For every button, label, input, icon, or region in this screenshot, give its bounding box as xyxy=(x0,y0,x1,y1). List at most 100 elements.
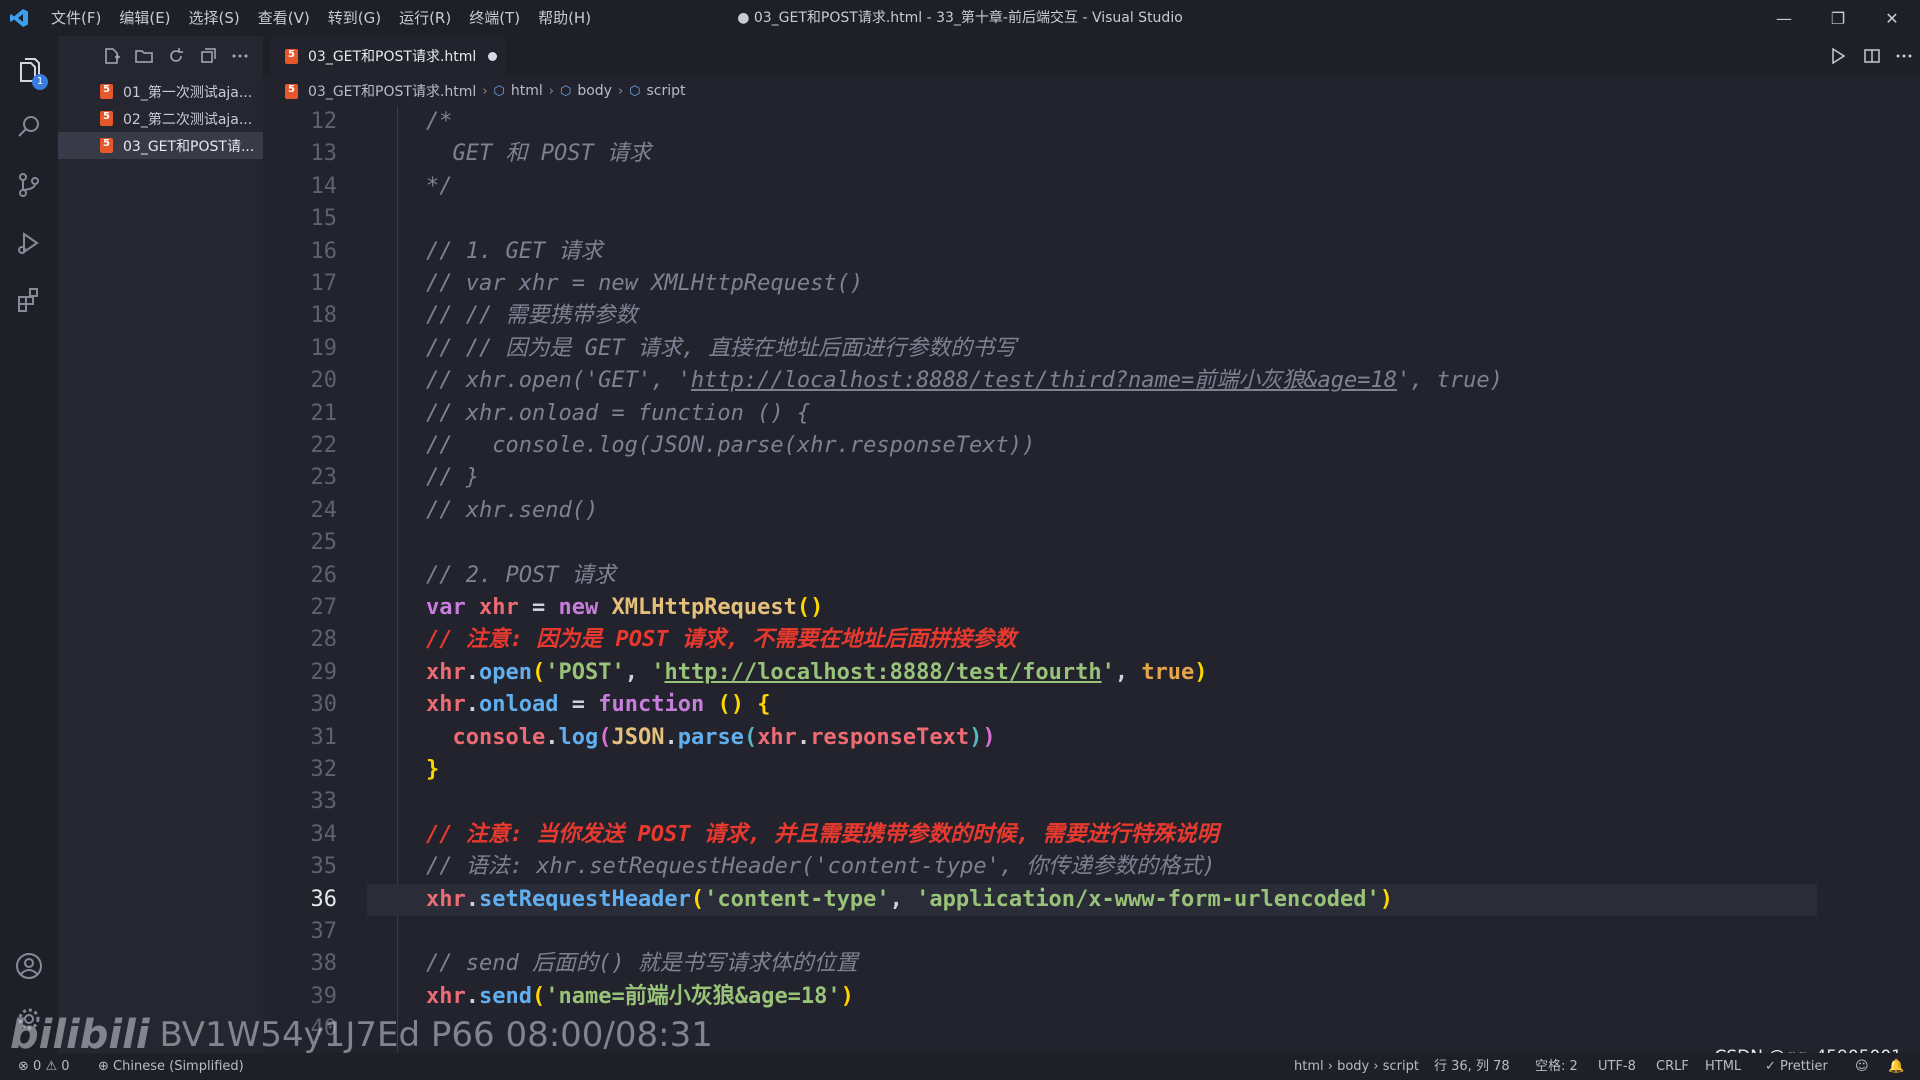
line-number[interactable]: 21 xyxy=(263,398,338,430)
line-number[interactable]: 16 xyxy=(263,236,338,268)
notifications-bell-icon[interactable]: 🔔 xyxy=(1888,1053,1904,1080)
code-line[interactable]: // xhr.open('GET', 'http://localhost:888… xyxy=(426,365,1503,397)
new-folder-icon[interactable] xyxy=(135,47,153,65)
code-line[interactable]: // send 后面的() 就是书写请求体的位置 xyxy=(426,948,858,980)
code-line[interactable]: GET 和 POST 请求 xyxy=(426,138,650,170)
code-line[interactable]: /* xyxy=(426,106,453,138)
line-number[interactable]: 24 xyxy=(263,495,338,527)
code-line[interactable]: // console.log(JSON.parse(xhr.responseTe… xyxy=(426,430,1035,462)
menu-help[interactable]: 帮助(H) xyxy=(529,0,600,36)
line-number[interactable]: 39 xyxy=(263,981,338,1013)
menu-run[interactable]: 运行(R) xyxy=(390,0,460,36)
line-number[interactable]: 35 xyxy=(263,851,338,883)
line-number[interactable]: 18 xyxy=(263,300,338,332)
minimize-button[interactable]: — xyxy=(1758,0,1810,36)
line-number[interactable]: 36 xyxy=(263,884,338,916)
indentation[interactable]: 空格: 2 xyxy=(1535,1053,1578,1080)
breadcrumb-file[interactable]: 03_GET和POST请求.html xyxy=(308,81,476,101)
line-number[interactable]: 33 xyxy=(263,786,338,818)
language-pack-indicator[interactable]: ⊕ Chinese (Simplified) xyxy=(98,1053,244,1080)
run-code-icon[interactable] xyxy=(1823,36,1853,76)
line-ending[interactable]: CRLF xyxy=(1656,1053,1689,1080)
refresh-icon[interactable] xyxy=(167,47,185,65)
cursor-position[interactable]: 行 36, 列 78 xyxy=(1434,1053,1510,1080)
code-line[interactable]: // xhr.send() xyxy=(426,495,598,527)
code-line[interactable]: // 注意: 因为是 POST 请求, 不需要在地址后面拼接参数 xyxy=(426,624,1016,656)
line-number[interactable]: 31 xyxy=(263,722,338,754)
new-file-icon[interactable] xyxy=(103,47,121,65)
code-line[interactable]: // 2. POST 请求 xyxy=(426,560,616,592)
search-icon[interactable] xyxy=(0,100,58,154)
close-button[interactable]: ✕ xyxy=(1866,0,1918,36)
breadcrumb-script[interactable]: script xyxy=(647,83,686,99)
code-line[interactable]: // 注意: 当你发送 POST 请求, 并且需要携带参数的时候, 需要进行特殊… xyxy=(426,819,1219,851)
code-line[interactable]: // var xhr = new XMLHttpRequest() xyxy=(426,268,863,300)
code-line[interactable]: xhr.send('name=前端小灰狼&age=18') xyxy=(426,981,854,1013)
code-line[interactable]: // xhr.onload = function () { xyxy=(426,398,810,430)
code-line[interactable]: xhr.open('POST', 'http://localhost:8888/… xyxy=(426,657,1208,689)
code-line[interactable]: */ xyxy=(426,171,453,203)
menu-selection[interactable]: 选择(S) xyxy=(180,0,249,36)
editor-tab[interactable]: 03_GET和POST请求.html xyxy=(271,36,506,76)
activity-bar: 1 xyxy=(0,36,58,1053)
collapse-all-icon[interactable] xyxy=(199,47,217,65)
menu-edit[interactable]: 编辑(E) xyxy=(110,0,179,36)
run-debug-icon[interactable] xyxy=(0,216,58,270)
line-number[interactable]: 23 xyxy=(263,462,338,494)
code-line[interactable]: // 1. GET 请求 xyxy=(426,236,602,268)
line-number[interactable]: 38 xyxy=(263,948,338,980)
line-number[interactable]: 29 xyxy=(263,657,338,689)
more-actions-icon[interactable] xyxy=(231,47,249,65)
feedback-icon[interactable]: ☺ xyxy=(1855,1053,1869,1080)
file-item-active[interactable]: 03_GET和POST请... xyxy=(58,132,263,159)
code-line[interactable]: console.log(JSON.parse(xhr.responseText)… xyxy=(426,722,996,754)
extensions-icon[interactable] xyxy=(0,272,58,326)
line-number[interactable]: 19 xyxy=(263,333,338,365)
code-token: console xyxy=(452,724,546,750)
code-line[interactable]: // // 因为是 GET 请求, 直接在地址后面进行参数的书写 xyxy=(426,333,1016,365)
source-control-icon[interactable] xyxy=(0,158,58,212)
code-line[interactable]: // } xyxy=(426,462,479,494)
line-number[interactable]: 26 xyxy=(263,560,338,592)
line-number[interactable]: 13 xyxy=(263,138,338,170)
line-number[interactable]: 32 xyxy=(263,754,338,786)
encoding[interactable]: UTF-8 xyxy=(1598,1053,1636,1080)
code-line[interactable]: } xyxy=(426,754,439,786)
breadcrumb-html[interactable]: html xyxy=(511,83,543,99)
breadcrumb-body[interactable]: body xyxy=(577,83,612,99)
language-mode[interactable]: HTML xyxy=(1705,1053,1741,1080)
split-editor-icon[interactable] xyxy=(1857,36,1887,76)
line-number[interactable]: 30 xyxy=(263,689,338,721)
line-number[interactable]: 34 xyxy=(263,819,338,851)
line-number[interactable]: 28 xyxy=(263,624,338,656)
menu-view[interactable]: 查看(V) xyxy=(249,0,319,36)
unsaved-dot-icon[interactable] xyxy=(488,51,498,61)
line-number[interactable]: 37 xyxy=(263,916,338,948)
code-line[interactable]: xhr.onload = function () { xyxy=(426,689,770,721)
code-line[interactable]: // // 需要携带参数 xyxy=(426,300,637,332)
code-line[interactable]: xhr.setRequestHeader('content-type', 'ap… xyxy=(426,884,1393,916)
file-item[interactable]: 01_第一次测试aja... xyxy=(58,78,263,105)
more-icon[interactable] xyxy=(1889,36,1919,76)
menu-terminal[interactable]: 终端(T) xyxy=(460,0,529,36)
account-icon[interactable] xyxy=(0,939,58,993)
line-number[interactable]: 15 xyxy=(263,203,338,235)
line-number[interactable]: 17 xyxy=(263,268,338,300)
menu-go[interactable]: 转到(G) xyxy=(319,0,390,36)
line-number[interactable]: 12 xyxy=(263,106,338,138)
problems-indicator[interactable]: ⊗ 0 ⚠ 0 xyxy=(18,1053,70,1080)
code-line[interactable]: var xhr = new XMLHttpRequest() xyxy=(426,592,823,624)
restore-button[interactable]: ❐ xyxy=(1812,0,1864,36)
code-line[interactable]: // 语法: xhr.setRequestHeader('content-typ… xyxy=(426,851,1216,883)
line-number[interactable]: 27 xyxy=(263,592,338,624)
line-number[interactable]: 25 xyxy=(263,527,338,559)
code-editor[interactable]: 12 /* 13 GET 和 POST 请求 14 */ 15 16 // 1. GET 请求… xyxy=(263,106,1920,1053)
status-path[interactable]: html › body › script xyxy=(1294,1053,1419,1080)
menu-file[interactable]: 文件(F) xyxy=(42,0,110,36)
file-item[interactable]: 02_第二次测试aja... xyxy=(58,105,263,132)
prettier-status[interactable]: ✓ Prettier xyxy=(1765,1053,1828,1080)
line-number[interactable]: 14 xyxy=(263,171,338,203)
line-number[interactable]: 20 xyxy=(263,365,338,397)
explorer-icon[interactable]: 1 xyxy=(0,44,58,98)
line-number[interactable]: 22 xyxy=(263,430,338,462)
